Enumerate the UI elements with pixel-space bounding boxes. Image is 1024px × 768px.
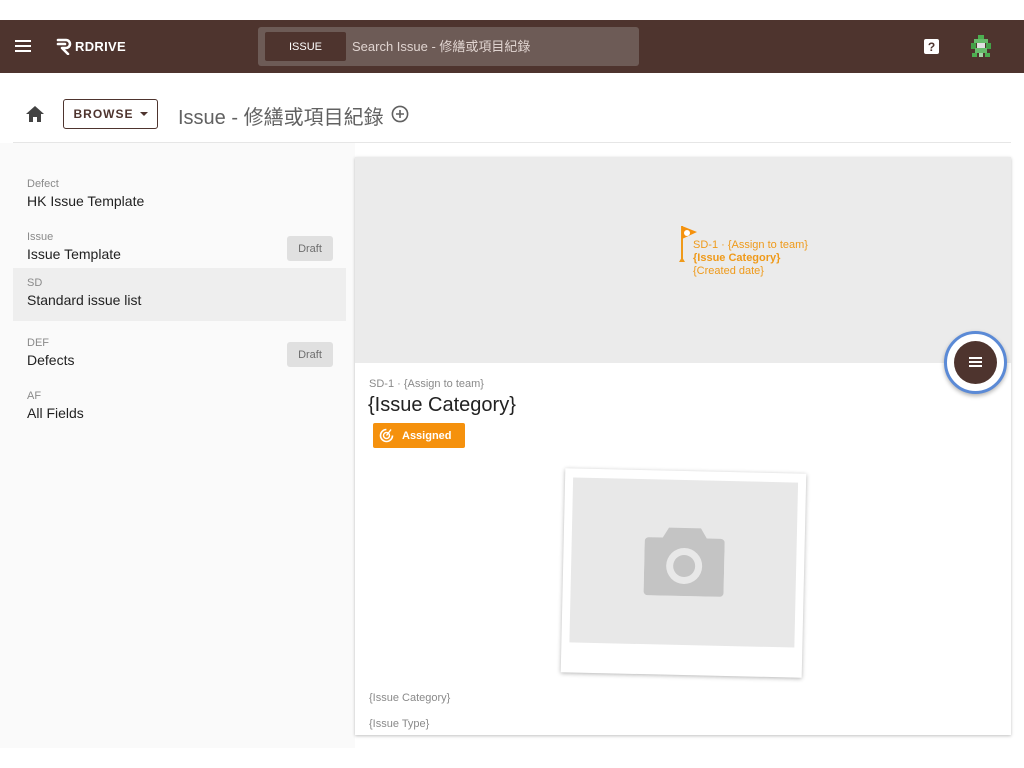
status-assigned-icon xyxy=(379,428,394,443)
home-icon[interactable] xyxy=(26,106,44,122)
status-badge: Assigned xyxy=(373,423,465,448)
search-bar: ISSUE xyxy=(258,27,639,66)
pin-meta: SD-1 · {Assign to team} xyxy=(693,239,808,251)
list-item[interactable]: SD Standard issue list xyxy=(13,268,346,321)
map-pin-label: SD-1 · {Assign to team} {Issue Category}… xyxy=(693,239,808,278)
list-item[interactable]: AF All Fields xyxy=(13,381,346,434)
map-area: SD-1 · {Assign to team} {Issue Category}… xyxy=(355,157,1011,363)
template-name: HK Issue Template xyxy=(27,193,145,209)
menu-icon[interactable] xyxy=(15,40,31,52)
pin-date: {Created date} xyxy=(693,265,764,277)
browse-label: BROWSE xyxy=(73,107,134,121)
avatar[interactable] xyxy=(968,33,994,59)
fab-menu-button[interactable] xyxy=(944,331,1007,394)
search-input[interactable] xyxy=(352,35,622,57)
help-icon[interactable]: ? xyxy=(924,39,939,54)
draft-badge: Draft xyxy=(287,342,333,367)
rdrive-logo-icon xyxy=(56,38,72,55)
logo-text: RDRIVE xyxy=(75,38,126,54)
issue-preview-card: SD-1 · {Assign to team} {Issue Category}… xyxy=(355,157,1011,735)
list-item[interactable]: Defect HK Issue Template xyxy=(13,169,346,222)
template-code: Issue xyxy=(27,231,54,243)
template-name: All Fields xyxy=(27,405,84,421)
add-circle-icon[interactable] xyxy=(391,105,409,123)
issue-meta: SD-1 · {Assign to team} xyxy=(369,378,484,390)
template-code: SD xyxy=(27,277,43,289)
template-name: Standard issue list xyxy=(27,292,142,308)
template-name: Defects xyxy=(27,352,75,368)
menu-icon xyxy=(954,341,997,384)
draft-badge: Draft xyxy=(287,236,333,261)
list-item[interactable]: DEF Defects Draft xyxy=(13,328,346,381)
template-list: Defect HK Issue Template Issue Issue Tem… xyxy=(0,143,355,748)
photo-frame xyxy=(569,477,799,648)
field-issue-type: {Issue Type} xyxy=(369,718,430,730)
template-code: DEF xyxy=(27,337,49,349)
pin-category: {Issue Category} xyxy=(693,252,781,264)
template-code: AF xyxy=(27,390,42,402)
photo-placeholder[interactable] xyxy=(560,468,807,678)
search-scope-tab[interactable]: ISSUE xyxy=(265,32,346,61)
template-name: Issue Template xyxy=(27,246,121,262)
camera-icon xyxy=(643,527,725,597)
caret-down-icon xyxy=(139,112,148,116)
app-logo[interactable]: RDRIVE xyxy=(56,36,126,56)
issue-title: {Issue Category} xyxy=(368,394,516,416)
page-title: Issue - 修繕或項目紀錄 xyxy=(178,107,384,129)
template-code: Defect xyxy=(27,178,59,190)
top-app-bar: RDRIVE ISSUE ? xyxy=(0,20,1024,73)
field-issue-category: {Issue Category} xyxy=(369,692,451,704)
status-label: Assigned xyxy=(402,429,452,442)
browse-dropdown[interactable]: BROWSE xyxy=(63,99,158,129)
